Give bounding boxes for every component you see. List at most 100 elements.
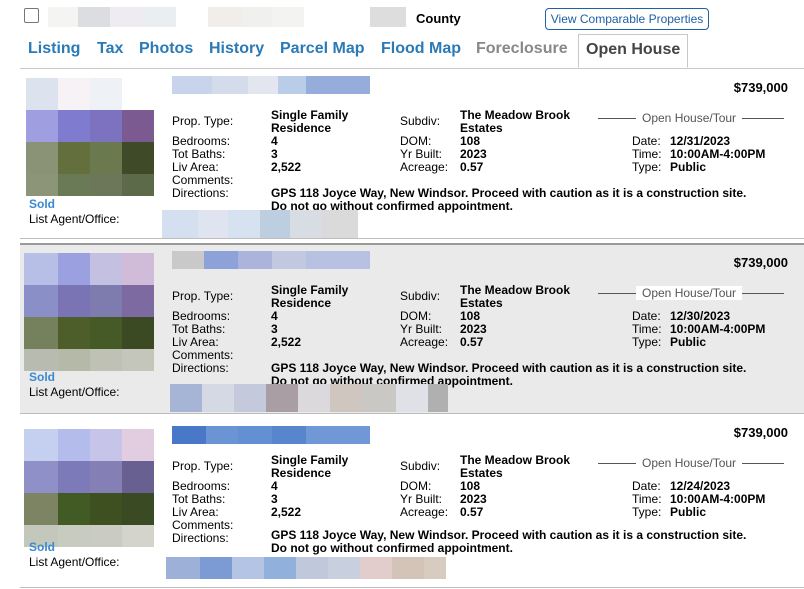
- status-sold: Sold: [29, 197, 55, 211]
- bedrooms-value: 4: [271, 309, 278, 323]
- address-link[interactable]: [172, 426, 370, 444]
- bedrooms-label: Bedrooms:: [172, 309, 231, 323]
- tab-foreclosure: Foreclosure: [476, 40, 568, 57]
- oh-type-value: Public: [670, 335, 707, 349]
- address-link[interactable]: [172, 76, 370, 94]
- prop-type-label: Prop. Type:: [172, 459, 234, 473]
- tot-baths-label: Tot Baths:: [172, 322, 226, 336]
- open-house-title: Open House/Tour: [636, 286, 743, 300]
- oh-time-label: Time:: [632, 492, 662, 506]
- bedrooms-label: Bedrooms:: [172, 134, 231, 148]
- oh-type-label: Type:: [632, 505, 662, 519]
- tab-tax[interactable]: Tax: [97, 40, 123, 58]
- list-agent-label: List Agent/Office:: [29, 555, 120, 569]
- open-house-title: Open House/Tour: [636, 111, 743, 125]
- oh-time-label: Time:: [632, 147, 662, 161]
- liv-area-label: Liv Area:: [172, 160, 219, 174]
- oh-type-label: Type:: [632, 335, 662, 349]
- oh-type-value: Public: [670, 160, 707, 174]
- bedrooms-value: 4: [271, 134, 278, 148]
- bedrooms-value: 4: [271, 479, 278, 493]
- tab-history[interactable]: History: [209, 40, 264, 58]
- prop-type-value-line2: Residence: [271, 466, 332, 480]
- subdiv-label: Subdiv:: [400, 289, 441, 303]
- prop-type-label: Prop. Type:: [172, 114, 234, 128]
- prop-type-label: Prop. Type:: [172, 289, 234, 303]
- listing-price: $739,000: [733, 255, 788, 270]
- prop-type-value: Single Family: [271, 453, 349, 467]
- county-label: County: [416, 11, 461, 26]
- oh-date-label: Date:: [632, 309, 661, 323]
- subdiv-value: The Meadow Brook: [460, 108, 571, 122]
- yr-built-value: 2023: [460, 322, 487, 336]
- prop-type-value-line2: Residence: [271, 121, 332, 135]
- directions-text: GPS 118 Joyce Way, New Windsor. Proceed …: [271, 529, 801, 555]
- prop-type-value: Single Family: [271, 283, 349, 297]
- yr-built-value: 2023: [460, 492, 487, 506]
- listing-price: $739,000: [733, 80, 788, 95]
- subdiv-label: Subdiv:: [400, 114, 441, 128]
- list-agent-label: List Agent/Office:: [29, 212, 120, 226]
- tot-baths-value: 3: [271, 322, 278, 336]
- liv-area-label: Liv Area:: [172, 335, 219, 349]
- yr-built-value: 2023: [460, 147, 487, 161]
- tot-baths-value: 3: [271, 147, 278, 161]
- tab-flood-map[interactable]: Flood Map: [381, 40, 461, 58]
- oh-date-value: 12/30/2023: [670, 309, 731, 323]
- open-house-title: Open House/Tour: [636, 456, 743, 470]
- subdiv-label: Subdiv:: [400, 459, 441, 473]
- bedrooms-label: Bedrooms:: [172, 479, 231, 493]
- listing-card: $739,000 Prop. Type: Single Family Resid…: [20, 415, 804, 588]
- acreage-value: 0.57: [460, 160, 484, 174]
- tot-baths-label: Tot Baths:: [172, 147, 226, 161]
- oh-date-value: 12/31/2023: [670, 134, 731, 148]
- redacted-header-text: [48, 7, 408, 27]
- listing-price: $739,000: [733, 425, 788, 440]
- directions-label: Directions:: [172, 186, 229, 200]
- oh-type-value: Public: [670, 505, 707, 519]
- acreage-value: 0.57: [460, 335, 484, 349]
- dom-label: DOM:: [400, 479, 432, 493]
- tot-baths-value: 3: [271, 492, 278, 506]
- listing-card: $739,000 Prop. Type: Single Family Resid…: [20, 243, 804, 414]
- acreage-label: Acreage:: [400, 160, 449, 174]
- dom-label: DOM:: [400, 134, 432, 148]
- prop-type-value-line2: Residence: [271, 296, 332, 310]
- tab-parcel-map[interactable]: Parcel Map: [280, 40, 364, 58]
- oh-time-label: Time:: [632, 322, 662, 336]
- acreage-label: Acreage:: [400, 505, 449, 519]
- subdiv-value: The Meadow Brook: [460, 283, 571, 297]
- select-checkbox[interactable]: [24, 8, 39, 23]
- dom-value: 108: [460, 309, 481, 323]
- address-link[interactable]: [172, 251, 370, 269]
- tot-baths-label: Tot Baths:: [172, 492, 226, 506]
- yr-built-label: Yr Built:: [400, 147, 443, 161]
- tab-photos[interactable]: Photos: [139, 40, 193, 58]
- listing-card: $739,000 Prop. Type: Single Family Resid…: [20, 70, 804, 239]
- oh-time-value: 10:00AM-4:00PM: [670, 147, 766, 161]
- dom-value: 108: [460, 134, 481, 148]
- directions-label: Directions:: [172, 531, 229, 545]
- tab-open-house[interactable]: Open House: [578, 34, 689, 68]
- list-agent-label: List Agent/Office:: [29, 385, 120, 399]
- top-bar: County View Comparable Properties: [0, 0, 804, 34]
- oh-date-label: Date:: [632, 134, 661, 148]
- acreage-value: 0.57: [460, 505, 484, 519]
- status-sold: Sold: [29, 370, 55, 384]
- prop-type-value: Single Family: [271, 108, 349, 122]
- oh-date-label: Date:: [632, 479, 661, 493]
- subdiv-value: The Meadow Brook: [460, 453, 571, 467]
- dom-label: DOM:: [400, 309, 432, 323]
- liv-area-value: 2,522: [271, 335, 302, 349]
- status-sold: Sold: [29, 540, 55, 554]
- directions-label: Directions:: [172, 361, 229, 375]
- liv-area-value: 2,522: [271, 505, 302, 519]
- subdiv-value-line2: Estates: [460, 466, 503, 480]
- view-comparable-properties-button[interactable]: View Comparable Properties: [545, 8, 709, 30]
- acreage-label: Acreage:: [400, 335, 449, 349]
- comments-label: Comments:: [172, 348, 234, 362]
- subdiv-value-line2: Estates: [460, 296, 503, 310]
- tab-listing[interactable]: Listing: [28, 40, 80, 58]
- comments-label: Comments:: [172, 173, 234, 187]
- dom-value: 108: [460, 479, 481, 493]
